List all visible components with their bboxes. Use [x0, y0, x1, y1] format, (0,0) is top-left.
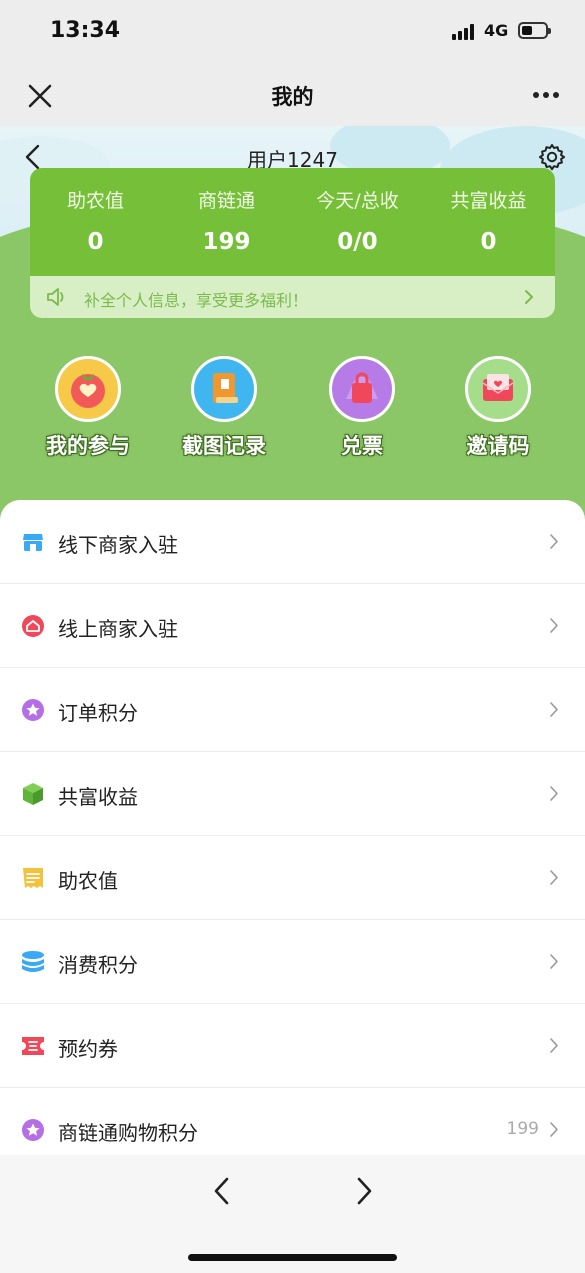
menu-label: 共富收益: [58, 785, 138, 809]
home-icon: [22, 615, 44, 637]
star-icon: [22, 699, 44, 721]
nav-forward-icon[interactable]: [350, 1175, 378, 1207]
cube-icon: [23, 783, 43, 805]
stat-shanglian[interactable]: 商链通 199: [161, 186, 292, 255]
menu-label: 线上商家入驻: [58, 617, 178, 641]
menu-value: 199: [506, 1119, 539, 1139]
stat-label: 商链通: [197, 190, 255, 212]
quick-redeem-ticket[interactable]: 兑票: [292, 356, 432, 460]
stat-zhunong[interactable]: 助农值 0: [30, 186, 161, 255]
quick-label: 截图记录: [182, 434, 266, 458]
home-indicator[interactable]: [188, 1254, 397, 1261]
menu-item-common-prosperity[interactable]: 共富收益: [0, 752, 585, 836]
page-title: 我的: [271, 85, 314, 109]
network-type: 4G: [484, 21, 509, 40]
more-icon[interactable]: [528, 80, 564, 110]
bag-icon: [329, 356, 395, 422]
chevron-right-icon: [550, 1038, 558, 1053]
menu-label: 商链通购物积分: [58, 1121, 198, 1145]
heart-fruit-icon: [55, 356, 121, 422]
chevron-right-icon: [525, 290, 533, 304]
stat-label: 共富收益: [450, 190, 527, 212]
menu-list: 线下商家入驻 线上商家入驻 订单积分 共富收益 助农值 消费积分 预约券 商链通…: [0, 500, 585, 1155]
stat-value: 0/0: [337, 229, 378, 255]
menu-item-order-points[interactable]: 订单积分: [0, 668, 585, 752]
chevron-right-icon: [550, 534, 558, 549]
store-icon: [23, 534, 43, 551]
menu-label: 线下商家入驻: [58, 533, 178, 557]
stat-value: 199: [202, 229, 251, 255]
nav-back-icon[interactable]: [208, 1175, 236, 1207]
menu-label: 助农值: [58, 869, 118, 893]
quick-screenshot-records[interactable]: 截图记录: [154, 356, 294, 460]
chevron-right-icon: [550, 954, 558, 969]
star-icon: [22, 1119, 44, 1141]
menu-label: 预约券: [58, 1037, 118, 1061]
signal-icon: [452, 24, 474, 40]
quick-label: 我的参与: [46, 434, 130, 458]
stat-today-total[interactable]: 今天/总收 0/0: [292, 186, 423, 255]
menu-label: 订单积分: [58, 701, 138, 725]
menu-item-reservation-coupon[interactable]: 预约券: [0, 1004, 585, 1088]
chevron-right-icon: [550, 1122, 558, 1137]
ticket-icon: [22, 1037, 44, 1055]
menu-item-zhunong-value[interactable]: 助农值: [0, 836, 585, 920]
receipt-icon: [23, 868, 43, 888]
menu-label: 消费积分: [58, 953, 138, 977]
browser-toolbar: [0, 1155, 585, 1273]
book-icon: [191, 356, 257, 422]
stats-card: 助农值 0 商链通 199 今天/总收 0/0 共富收益 0 补全个人信息，享受…: [30, 168, 555, 318]
battery-icon: [518, 22, 551, 39]
menu-item-offline-merchant[interactable]: 线下商家入驻: [0, 500, 585, 584]
quick-label: 兑票: [341, 434, 383, 458]
nav-bar: 我的: [0, 64, 585, 126]
quick-my-participation[interactable]: 我的参与: [18, 356, 158, 460]
menu-item-consumption-points[interactable]: 消费积分: [0, 920, 585, 1004]
stat-gongfu[interactable]: 共富收益 0: [423, 186, 554, 255]
notice-bar[interactable]: 补全个人信息，享受更多福利！: [30, 276, 555, 318]
chevron-right-icon: [550, 618, 558, 633]
menu-item-online-merchant[interactable]: 线上商家入驻: [0, 584, 585, 668]
speaker-icon: [47, 288, 64, 306]
stat-value: 0: [87, 229, 104, 255]
envelope-icon: [465, 356, 531, 422]
chevron-right-icon: [550, 786, 558, 801]
battery-level: [522, 26, 532, 35]
status-bar: 13:34 4G: [0, 0, 585, 64]
stat-label: 今天/总收: [316, 190, 399, 212]
notice-text: 补全个人信息，享受更多福利！: [84, 291, 309, 310]
stat-label: 助农值: [66, 190, 124, 212]
chevron-right-icon: [550, 870, 558, 885]
chevron-right-icon: [550, 702, 558, 717]
stat-value: 0: [480, 229, 497, 255]
coins-icon: [22, 951, 44, 972]
status-time: 13:34: [50, 18, 121, 43]
quick-label: 邀请码: [466, 434, 530, 458]
quick-invite-code[interactable]: 邀请码: [428, 356, 568, 460]
